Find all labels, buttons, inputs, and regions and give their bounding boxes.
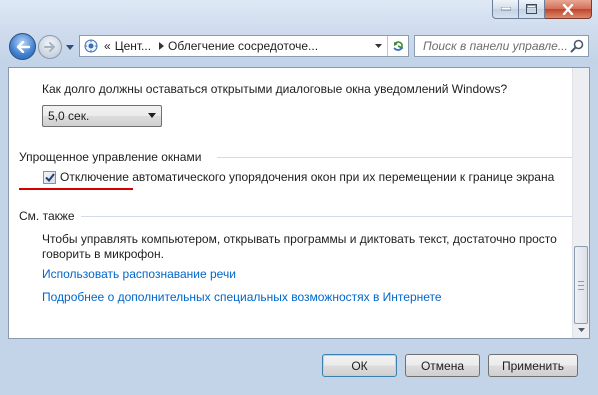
refresh-icon <box>393 41 403 51</box>
cancel-button[interactable]: Отмена <box>405 354 480 377</box>
snap-checkbox-label[interactable]: Отключение автоматического упорядочения … <box>60 170 554 184</box>
breadcrumb-item-center[interactable]: Цент... <box>115 39 151 53</box>
minimize-button[interactable] <box>492 0 519 19</box>
chevron-down-icon <box>374 44 382 48</box>
cancel-button-label: Отмена <box>420 358 465 373</box>
search-icon[interactable] <box>570 39 584 56</box>
minimize-icon <box>500 7 511 11</box>
breadcrumb-item-current[interactable]: Облегчение сосредоточе... <box>168 39 318 53</box>
maximize-icon <box>526 4 537 14</box>
ok-button-label: ОК <box>351 358 368 373</box>
vertical-scrollbar[interactable] <box>572 68 589 338</box>
content-pane: Как долго должны оставаться открытыми ди… <box>8 67 590 339</box>
forward-button[interactable] <box>38 35 62 59</box>
recent-pages-button[interactable] <box>64 41 76 53</box>
dialog-duration-question: Как долго должны оставаться открытыми ди… <box>42 82 508 96</box>
dialog-duration-select[interactable]: 5,0 сек. <box>42 105 162 127</box>
grip-icon <box>578 280 584 290</box>
see-also-section-title: См. также <box>19 209 75 223</box>
scroll-down-button[interactable] <box>573 322 589 338</box>
chevron-down-icon <box>148 113 156 118</box>
caption-buttons <box>492 0 592 20</box>
section-divider <box>81 216 572 217</box>
address-bar[interactable]: « Цент... Облегчение сосредоточе... <box>79 35 409 57</box>
scrollbar-thumb[interactable] <box>574 246 588 324</box>
online-accessibility-link[interactable]: Подробнее о дополнительных специальных в… <box>42 290 442 304</box>
window-frame: « Цент... Облегчение сосредоточе... Поис… <box>0 0 598 395</box>
search-box[interactable]: Поиск в панели управле... <box>414 35 589 57</box>
checkmark-icon <box>44 173 55 182</box>
close-button[interactable] <box>545 0 592 19</box>
navigation-bar: « Цент... Облегчение сосредоточе... Поис… <box>0 24 598 68</box>
speech-description-line1: Чтобы управлять компьютером, открывать п… <box>42 232 557 246</box>
speech-description-line2: говорить в микрофон. <box>42 247 164 261</box>
back-button[interactable] <box>9 33 36 60</box>
maximize-button[interactable] <box>519 0 545 19</box>
apply-button[interactable]: Применить <box>488 354 578 377</box>
speech-recognition-link[interactable]: Использовать распознавание речи <box>42 267 236 281</box>
chevron-down-icon <box>66 44 74 50</box>
search-placeholder: Поиск в панели управле... <box>423 39 568 53</box>
breadcrumb-overflow[interactable]: « <box>104 39 111 53</box>
control-panel-icon <box>82 36 100 56</box>
address-dropdown-button[interactable] <box>370 36 386 56</box>
close-icon <box>562 3 574 15</box>
dialog-duration-value: 5,0 сек. <box>48 109 90 123</box>
snap-checkbox[interactable] <box>43 171 56 184</box>
arrow-down-icon <box>577 328 585 332</box>
apply-button-label: Применить <box>501 358 564 373</box>
breadcrumb-separator-icon[interactable] <box>159 42 165 50</box>
section-divider <box>217 157 572 158</box>
arrow-right-icon <box>44 42 55 52</box>
ok-button[interactable]: ОК <box>322 354 397 377</box>
annotation-underline <box>19 188 133 190</box>
window-management-section-title: Упрощенное управление окнами <box>19 150 202 164</box>
arrow-left-icon <box>16 40 30 53</box>
refresh-button[interactable] <box>387 36 408 56</box>
